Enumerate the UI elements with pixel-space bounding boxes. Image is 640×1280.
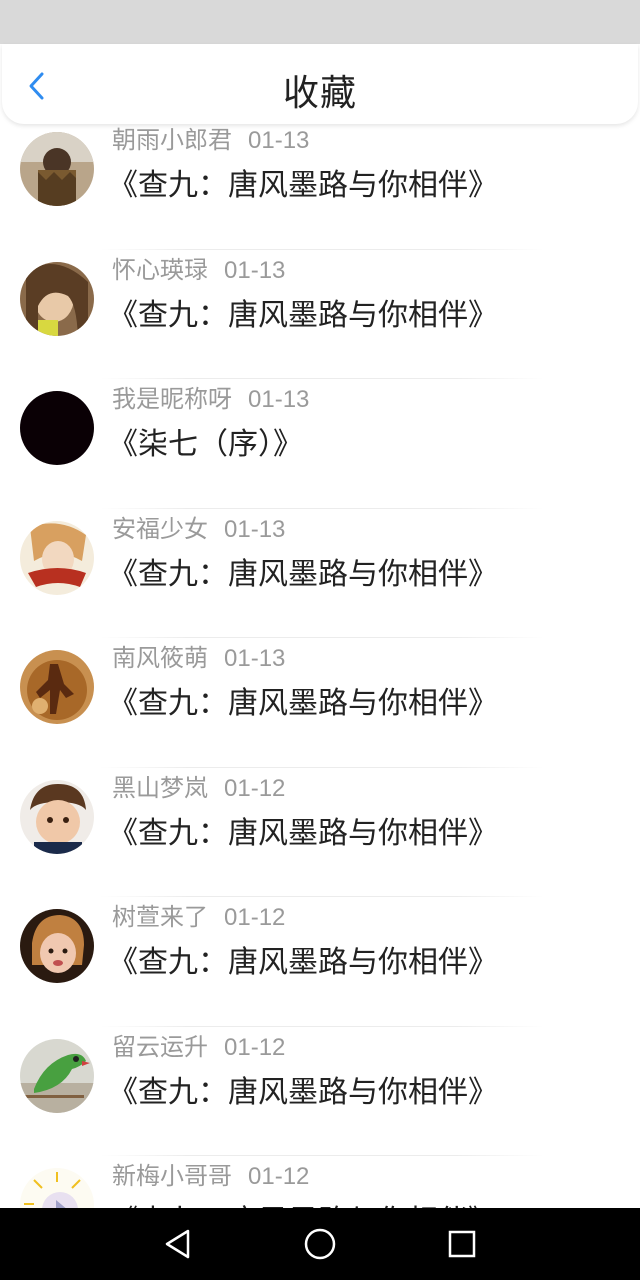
post-date: 01-13 (248, 386, 310, 413)
post-date: 01-13 (224, 256, 286, 284)
article-title[interactable]: 《查九：唐风墨路与你相伴》 (108, 1067, 498, 1111)
author-name: 安福少女 (112, 515, 208, 543)
article-title[interactable]: 《查九：唐风墨路与你相伴》 (108, 160, 498, 204)
author-name: 我是昵称呀 (112, 386, 232, 413)
post-date: 01-13 (248, 127, 310, 154)
nav-back-button[interactable] (160, 1226, 196, 1262)
triangle-back-icon (165, 1229, 190, 1259)
nav-home-button[interactable] (302, 1226, 338, 1262)
author-name: 怀心瑛琭 (112, 256, 208, 284)
list-item[interactable]: 南风筱萌 01-13 《查九：唐风墨路与你相伴》 (0, 638, 640, 768)
article-title[interactable]: 《查九：唐风墨路与你相伴》 (108, 937, 498, 981)
square-recents-icon (448, 1230, 476, 1258)
article-title[interactable]: 《查九：唐风墨路与你相伴》 (108, 549, 498, 593)
article-title[interactable]: 《查九：唐风墨路与你相伴》 (108, 1196, 498, 1208)
post-date: 01-12 (224, 904, 286, 931)
avatar[interactable] (20, 650, 94, 724)
avatar[interactable] (20, 1038, 94, 1113)
author-name: 留云运升 (112, 1033, 208, 1061)
nav-recents-button[interactable] (444, 1226, 480, 1262)
author-name: 新梅小哥哥 (112, 1163, 232, 1190)
post-date: 01-13 (224, 515, 286, 543)
list-item[interactable]: 黑山梦岚 01-12 《查九：唐风墨路与你相伴》 (0, 768, 640, 897)
system-nav-bar (0, 1208, 640, 1280)
article-title[interactable]: 《查九：唐风墨路与你相伴》 (108, 290, 498, 334)
status-bar (0, 0, 640, 44)
post-date: 01-12 (224, 1033, 286, 1061)
author-name: 黑山梦岚 (112, 774, 208, 802)
circle-home-icon (304, 1228, 336, 1260)
article-title[interactable]: 《柒七（序）》 (108, 419, 303, 463)
article-title[interactable]: 《查九：唐风墨路与你相伴》 (108, 808, 498, 852)
list-item[interactable]: 留云运升 01-12 《查九：唐风墨路与你相伴》 (0, 1027, 640, 1156)
article-title[interactable]: 《查九：唐风墨路与你相伴》 (108, 678, 498, 722)
list-item[interactable]: 新梅小哥哥 01-12 《查九：唐风墨路与你相伴》 (0, 1156, 640, 1208)
list-item[interactable]: 我是昵称呀 01-13 《柒七（序）》 (0, 379, 640, 509)
list-item[interactable]: 朝雨小郎君 01-13 《查九：唐风墨路与你相伴》 (0, 126, 640, 250)
avatar[interactable] (20, 391, 94, 465)
author-name: 南风筱萌 (112, 645, 208, 672)
avatar[interactable] (20, 779, 94, 854)
favorites-list[interactable]: 朝雨小郎君 01-13 《查九：唐风墨路与你相伴》 怀心瑛琭 01-13 《查九：唐… (0, 126, 640, 1208)
avatar[interactable] (20, 261, 94, 336)
avatar[interactable] (20, 1168, 94, 1208)
post-date: 01-12 (224, 774, 286, 802)
list-item[interactable]: 树萱来了 01-12 《查九：唐风墨路与你相伴》 (0, 897, 640, 1027)
post-date: 01-12 (248, 1163, 310, 1190)
author-name: 树萱来了 (112, 904, 208, 931)
header: 收藏 (2, 44, 638, 124)
post-date: 01-13 (224, 645, 286, 672)
list-item[interactable]: 安福少女 01-13 《查九：唐风墨路与你相伴》 (0, 509, 640, 638)
page-title: 收藏 (282, 72, 357, 113)
avatar[interactable] (20, 909, 94, 983)
avatar[interactable] (20, 520, 94, 595)
author-name: 朝雨小郎君 (112, 127, 232, 154)
avatar[interactable] (20, 132, 94, 206)
list-item[interactable]: 怀心瑛琭 01-13 《查九：唐风墨路与你相伴》 (0, 250, 640, 379)
